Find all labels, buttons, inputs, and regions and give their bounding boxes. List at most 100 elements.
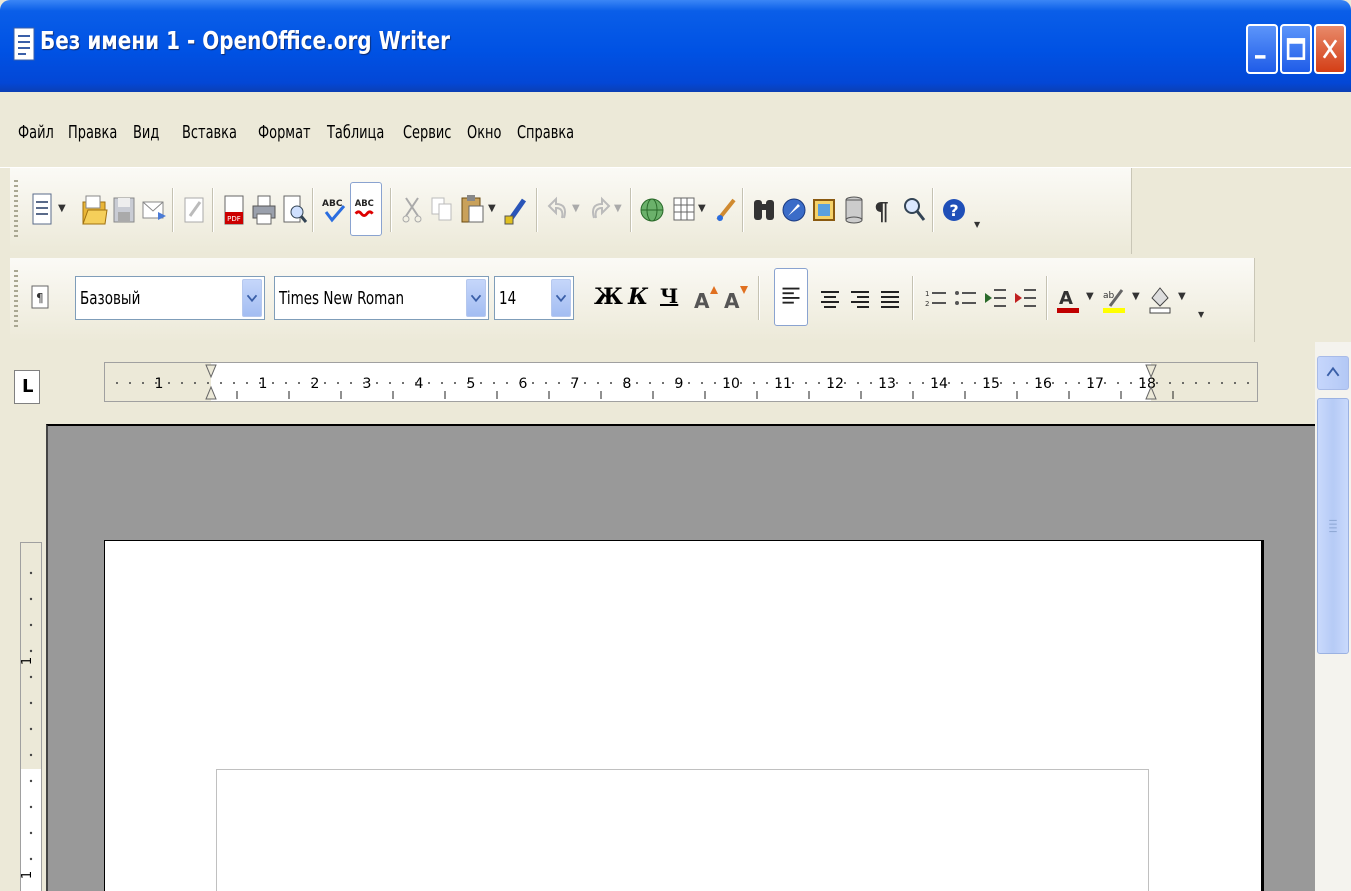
menu-insert[interactable]: Вставка bbox=[182, 122, 237, 143]
toolbar-grip[interactable] bbox=[14, 270, 18, 330]
find-replace-icon[interactable] bbox=[750, 188, 778, 232]
dropdown-arrow-icon[interactable]: ▼ bbox=[572, 203, 580, 214]
ruler-tick bbox=[1000, 382, 1002, 384]
font-size-combo[interactable]: 14 bbox=[494, 276, 574, 320]
toolbar-overflow-icon[interactable]: ▼ bbox=[974, 220, 980, 229]
navigator-icon[interactable] bbox=[780, 188, 808, 232]
menu-edit[interactable]: Правка bbox=[68, 122, 117, 143]
page-preview-icon[interactable] bbox=[280, 188, 308, 232]
menu-file[interactable]: Файл bbox=[18, 122, 54, 143]
vertical-ruler[interactable]: 11 bbox=[20, 542, 42, 891]
shrink-font-icon[interactable]: A bbox=[722, 276, 750, 320]
menu-window[interactable]: Окно bbox=[467, 122, 501, 143]
menu-format[interactable]: Формат bbox=[258, 122, 311, 143]
cut-icon[interactable] bbox=[398, 188, 426, 232]
ruler-tick bbox=[142, 382, 144, 384]
toolbar-separator bbox=[536, 188, 538, 232]
dropdown-arrow-icon[interactable]: ▼ bbox=[488, 203, 496, 214]
open-icon[interactable] bbox=[80, 188, 108, 232]
vertical-scrollbar[interactable] bbox=[1315, 342, 1351, 891]
autospellcheck-icon[interactable]: ABC bbox=[350, 182, 382, 236]
toolbar-overflow-icon[interactable]: ▼ bbox=[1198, 310, 1204, 319]
edit-file-icon[interactable] bbox=[180, 188, 208, 232]
toolbar-grip[interactable] bbox=[14, 180, 18, 240]
menu-table[interactable]: Таблица bbox=[327, 122, 384, 143]
ruler-tick bbox=[29, 753, 33, 757]
scroll-up-icon[interactable] bbox=[1317, 356, 1349, 390]
chevron-down-icon[interactable] bbox=[466, 279, 486, 317]
font-color-icon[interactable]: A bbox=[1054, 276, 1082, 320]
numbering-icon[interactable]: 12 bbox=[922, 276, 950, 320]
chevron-down-icon[interactable] bbox=[551, 279, 571, 317]
toolbar-separator bbox=[390, 188, 392, 232]
chevron-down-icon[interactable] bbox=[242, 279, 262, 317]
standard-toolbar: ▼ PDF ABC ABC ▼ ▼ ▼ ▼ ¶ ? ▼ bbox=[10, 168, 1132, 254]
tab-stop-label: L bbox=[22, 376, 34, 397]
spellcheck-icon[interactable]: ABC bbox=[320, 188, 348, 232]
print-icon[interactable] bbox=[250, 188, 278, 232]
bold-button[interactable]: Ж bbox=[594, 284, 623, 310]
draw-functions-icon[interactable] bbox=[712, 188, 740, 232]
paragraph-style-combo[interactable]: Базовый bbox=[75, 276, 265, 320]
new-document-icon[interactable] bbox=[28, 188, 56, 232]
dropdown-arrow-icon[interactable]: ▼ bbox=[1132, 291, 1140, 302]
tab-stop-selector[interactable]: L bbox=[14, 370, 40, 404]
ruler-tick bbox=[831, 382, 833, 384]
grow-font-icon[interactable]: A bbox=[692, 276, 720, 320]
export-pdf-icon[interactable]: PDF bbox=[220, 188, 248, 232]
writer-document-icon[interactable] bbox=[12, 26, 36, 62]
undo-icon[interactable] bbox=[544, 188, 572, 232]
format-paintbrush-icon[interactable] bbox=[502, 188, 530, 232]
text-boundaries[interactable] bbox=[216, 769, 1149, 891]
dropdown-arrow-icon[interactable]: ▼ bbox=[1086, 291, 1094, 302]
ruler-tick bbox=[1078, 382, 1080, 384]
ruler-tick bbox=[116, 382, 118, 384]
ruler-tick bbox=[454, 382, 456, 384]
ruler-tick bbox=[701, 382, 703, 384]
underline-button[interactable]: Ч bbox=[660, 284, 678, 308]
paste-icon[interactable] bbox=[458, 188, 486, 232]
email-icon[interactable] bbox=[140, 188, 168, 232]
save-icon[interactable] bbox=[110, 188, 138, 232]
gallery-icon[interactable] bbox=[810, 188, 838, 232]
ruler-tick bbox=[974, 382, 976, 384]
zoom-icon[interactable] bbox=[900, 188, 928, 232]
formatting-marks-icon[interactable]: ¶ bbox=[870, 188, 898, 232]
increase-indent-icon[interactable] bbox=[1012, 276, 1040, 320]
bullets-icon[interactable] bbox=[952, 276, 980, 320]
align-left-icon[interactable] bbox=[774, 268, 808, 326]
dropdown-arrow-icon[interactable]: ▼ bbox=[614, 203, 622, 214]
close-button[interactable] bbox=[1314, 24, 1346, 74]
data-sources-icon[interactable] bbox=[840, 188, 868, 232]
help-icon[interactable]: ? bbox=[940, 188, 968, 232]
copy-icon[interactable] bbox=[428, 188, 456, 232]
align-right-icon[interactable] bbox=[846, 276, 874, 320]
menu-tools[interactable]: Сервис bbox=[403, 122, 451, 143]
hyperlink-icon[interactable] bbox=[638, 188, 666, 232]
styles-formatting-icon[interactable]: ¶ bbox=[28, 276, 56, 320]
redo-icon[interactable] bbox=[586, 188, 614, 232]
ruler-tick bbox=[792, 382, 794, 384]
highlighting-icon[interactable]: ab bbox=[1100, 276, 1128, 320]
horizontal-ruler[interactable]: 1 1 2 3 4 5 6 7 8 9 10 11 12 13 14 15 16 17 18 bbox=[104, 362, 1258, 402]
font-name-combo[interactable]: Times New Roman bbox=[274, 276, 489, 320]
scrollbar-thumb[interactable] bbox=[1317, 398, 1349, 654]
menu-view[interactable]: Вид bbox=[133, 122, 159, 143]
ruler-tick bbox=[857, 382, 859, 384]
toolbar-separator bbox=[172, 188, 174, 232]
table-icon[interactable] bbox=[670, 188, 698, 232]
align-center-icon[interactable] bbox=[816, 276, 844, 320]
menu-help[interactable]: Справка bbox=[517, 122, 574, 143]
dropdown-arrow-icon[interactable]: ▼ bbox=[698, 203, 706, 214]
maximize-button[interactable] bbox=[1280, 24, 1312, 74]
decrease-indent-icon[interactable] bbox=[982, 276, 1010, 320]
ruler-tick bbox=[948, 382, 950, 384]
dropdown-arrow-icon[interactable]: ▼ bbox=[58, 203, 66, 214]
ruler-tick bbox=[935, 382, 937, 384]
justify-icon[interactable] bbox=[876, 276, 904, 320]
background-color-icon[interactable] bbox=[1146, 276, 1174, 320]
dropdown-arrow-icon[interactable]: ▼ bbox=[1178, 291, 1186, 302]
ruler-tick bbox=[883, 382, 885, 384]
minimize-button[interactable] bbox=[1246, 24, 1278, 74]
italic-button[interactable]: К bbox=[628, 284, 648, 310]
